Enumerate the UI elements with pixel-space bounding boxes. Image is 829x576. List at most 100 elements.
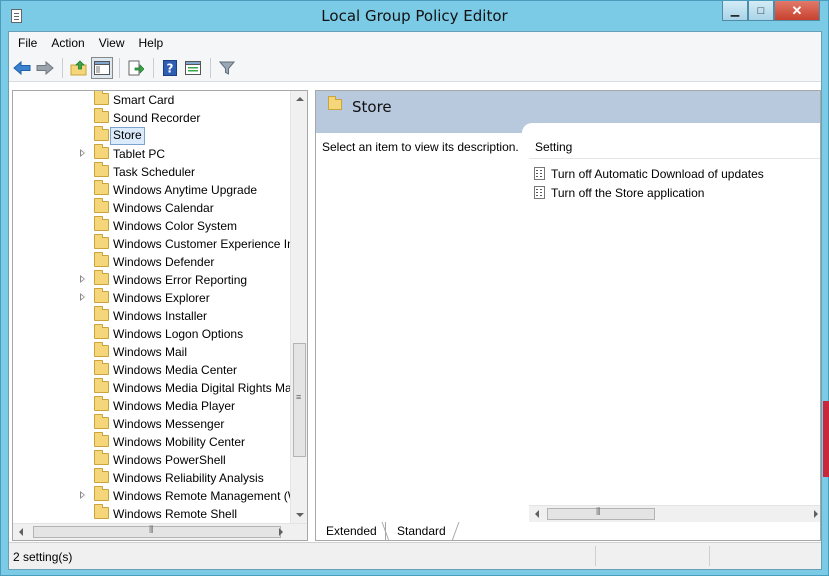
console-tree[interactable]: Smart Card Sound Recorder Store Tablet PC Ta…	[12, 90, 308, 541]
tree-item-label: Windows Logon Options	[113, 327, 244, 341]
setting-label: Turn off the Store application	[551, 186, 705, 200]
scroll-left-arrow-icon[interactable]	[19, 528, 23, 536]
tree-horizontal-scrollbar[interactable]	[13, 523, 307, 540]
tree-vertical-scrollbar[interactable]	[290, 91, 307, 523]
expand-arrow-icon[interactable]	[80, 149, 85, 157]
title-bar[interactable]: Local Group Policy Editor ▁ □ ✕	[1, 1, 828, 31]
scroll-down-arrow-icon[interactable]	[296, 513, 304, 517]
filter-icon	[219, 61, 235, 75]
tree-item[interactable]: Windows Messenger	[13, 414, 293, 433]
scroll-thumb[interactable]	[33, 525, 281, 538]
column-header-setting[interactable]: Setting	[529, 133, 820, 159]
tree-item[interactable]: Windows Explorer	[13, 288, 293, 307]
scroll-up-arrow-icon[interactable]	[296, 97, 304, 101]
tree-item[interactable]: Sound Recorder	[13, 108, 293, 127]
tree-item-label: Windows Remote Shell	[113, 507, 238, 521]
setting-label: Turn off Automatic Download of updates	[551, 167, 764, 181]
tree-item-label: Store	[110, 127, 145, 145]
minimize-button[interactable]: ▁	[722, 1, 748, 21]
tree-item[interactable]: Windows Color System	[13, 216, 293, 235]
svg-text:?: ?	[167, 61, 174, 75]
setting-row[interactable]: Turn off Automatic Download of updates	[529, 164, 820, 183]
tree-item[interactable]: Windows Error Reporting	[13, 270, 293, 289]
tree-item[interactable]: Tablet PC	[13, 144, 293, 163]
menu-view[interactable]: View	[92, 36, 132, 50]
back-button[interactable]	[11, 57, 33, 79]
close-button[interactable]: ✕	[774, 1, 820, 21]
tree-item-label: Windows Customer Experience Im	[113, 237, 293, 251]
client-area: File Action View Help ? Smart Card Sound…	[8, 31, 822, 570]
minimize-icon: ▁	[730, 5, 740, 17]
tree-item[interactable]: Windows Customer Experience Im	[13, 234, 293, 253]
folder-icon	[94, 288, 109, 303]
menu-action[interactable]: Action	[44, 36, 91, 50]
export-list-button[interactable]	[125, 57, 147, 79]
tree-item[interactable]: Store	[13, 126, 293, 145]
menu-file[interactable]: File	[11, 36, 44, 50]
properties-button[interactable]	[182, 57, 204, 79]
tree-item[interactable]: Windows Media Center	[13, 360, 293, 379]
tree-item[interactable]: Windows Logon Options	[13, 324, 293, 343]
up-one-level-button[interactable]	[68, 57, 90, 79]
tree-item-label: Windows Installer	[113, 309, 208, 323]
show-hide-console-tree-button[interactable]	[91, 56, 113, 79]
folder-icon	[94, 234, 109, 249]
scroll-right-arrow-icon[interactable]	[814, 510, 818, 518]
tree-item[interactable]: Windows PowerShell	[13, 450, 293, 469]
tree-item[interactable]: Windows Mail	[13, 342, 293, 361]
scroll-thumb[interactable]	[547, 507, 655, 520]
tree-item[interactable]: Windows Media Digital Rights Ma	[13, 378, 293, 397]
tree-item[interactable]: Windows Mobility Center	[13, 432, 293, 451]
menu-bar: File Action View Help	[9, 32, 821, 54]
menu-help[interactable]: Help	[132, 36, 171, 50]
folder-icon	[94, 216, 109, 231]
tree-item-label: Windows PowerShell	[113, 453, 226, 467]
folder-icon	[94, 270, 109, 285]
tree-item[interactable]: Windows Media Player	[13, 396, 293, 415]
expand-arrow-icon[interactable]	[80, 293, 85, 301]
properties-icon	[185, 60, 201, 75]
folder-icon	[94, 126, 109, 141]
tab-standard[interactable]: Standard	[387, 522, 454, 541]
help-button[interactable]: ?	[159, 57, 181, 79]
filter-button[interactable]	[216, 57, 238, 79]
tree-item[interactable]: Windows Remote Management (W	[13, 486, 293, 505]
tree-item-label: Windows Color System	[113, 219, 238, 233]
status-bar: 2 setting(s)	[9, 542, 821, 569]
settings-list: Setting Turn off Automatic Download of u…	[529, 133, 820, 523]
scroll-left-arrow-icon[interactable]	[535, 510, 539, 518]
scroll-right-arrow-icon[interactable]	[279, 528, 283, 536]
window-title: Local Group Policy Editor	[321, 7, 508, 25]
folder-icon	[94, 486, 109, 501]
tree-item[interactable]: Windows Reliability Analysis	[13, 468, 293, 487]
tree-item[interactable]: Windows Anytime Upgrade	[13, 180, 293, 199]
folder-icon	[94, 324, 109, 339]
tree-item[interactable]: Windows Calendar	[13, 198, 293, 217]
export-list-icon	[128, 60, 144, 75]
column-header-label: Setting	[535, 140, 573, 154]
expand-arrow-icon[interactable]	[80, 491, 85, 499]
policy-setting-icon	[534, 186, 545, 199]
expand-arrow-icon[interactable]	[80, 275, 85, 283]
tab-extended[interactable]: Extended	[315, 522, 386, 541]
tree-item[interactable]: Windows Installer	[13, 306, 293, 325]
forward-button[interactable]	[34, 57, 56, 79]
details-horizontal-scrollbar[interactable]	[529, 505, 820, 522]
toolbar: ?	[9, 54, 821, 82]
caption-buttons: ▁ □ ✕	[722, 1, 820, 22]
folder-icon	[94, 414, 109, 429]
tree-item-label: Windows Calendar	[113, 201, 214, 215]
tree-item[interactable]: Windows Defender	[13, 252, 293, 271]
folder-icon	[94, 360, 109, 375]
tree-item[interactable]: Task Scheduler	[13, 162, 293, 181]
scroll-thumb[interactable]	[293, 343, 306, 457]
tree-item-label: Sound Recorder	[113, 111, 201, 125]
tree-item-label: Windows Remote Management (W	[113, 489, 293, 503]
tree-item[interactable]: Windows Remote Shell	[13, 504, 293, 523]
arrow-right-icon	[36, 60, 54, 75]
folder-icon	[94, 144, 109, 159]
setting-row[interactable]: Turn off the Store application	[529, 183, 820, 202]
status-text: 2 setting(s)	[13, 550, 73, 564]
tree-item[interactable]: Smart Card	[13, 91, 293, 109]
maximize-button[interactable]: □	[748, 1, 774, 21]
